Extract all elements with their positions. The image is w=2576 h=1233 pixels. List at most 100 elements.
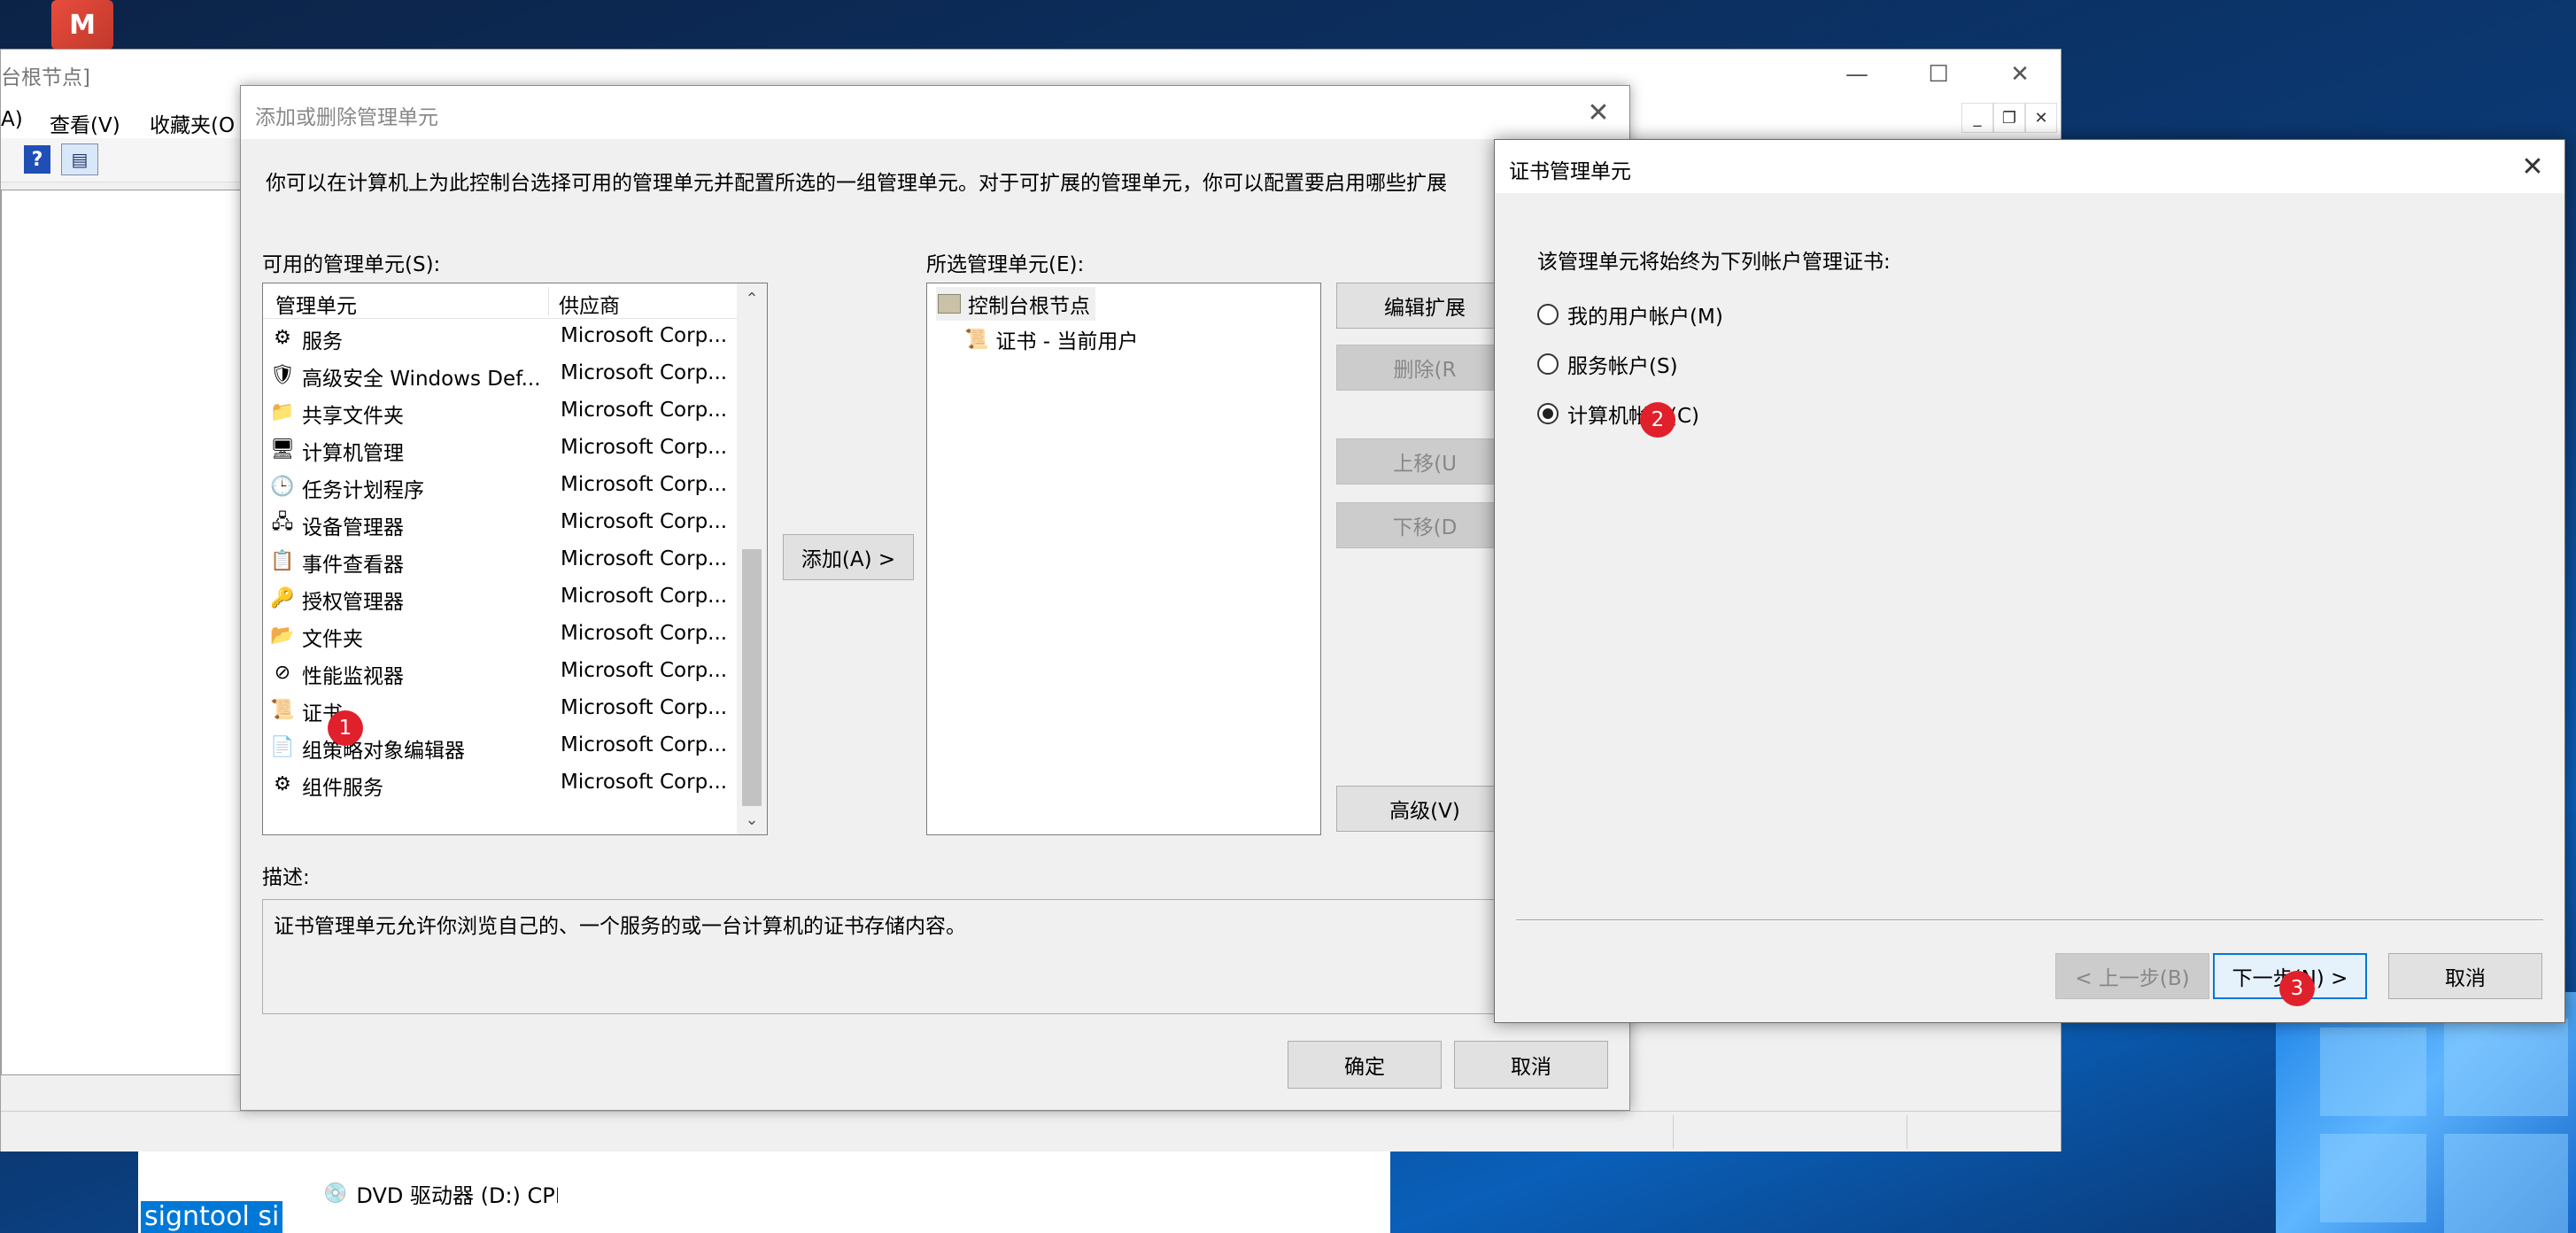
move-down-button[interactable]: 下移(D [1336,502,1513,548]
snapin-name: 任务计划程序 [302,479,424,502]
available-snapins-list[interactable]: 管理单元 供应商 ⚙ 服务 Microsoft Corp... 🛡 高级安全 Windo… [262,283,768,835]
column-header-name[interactable]: 管理单元 [275,289,357,319]
windows-logo-pane [2320,1028,2426,1116]
snapin-name: 服务 [302,330,343,353]
scroll-up-arrow-icon[interactable]: ⌃ [737,283,767,314]
snapin-vendor: Microsoft Corp... [561,585,728,608]
available-list-header: 管理单元 供应商 [263,283,737,319]
radio-service-account[interactable]: 服务帐户(S) [1537,349,1678,379]
snapin-vendor: Microsoft Corp... [561,622,728,645]
snapin-name: 共享文件夹 [302,405,404,428]
console-minimize-button[interactable]: — [1816,50,1898,99]
radio-label: 我的用户帐户(M) [1567,306,1723,329]
snapin-vendor: Microsoft Corp... [561,510,728,533]
snapin-icon: 📋 [270,549,295,572]
snapin-row[interactable]: 🖧 设备管理器 Microsoft Corp... [263,505,737,542]
console-maximize-button[interactable]: ☐ [1898,50,1979,99]
folder-icon [938,294,961,314]
snapin-icon: 📂 [270,624,295,647]
mmc-app-icon[interactable]: M [51,0,113,50]
windows-logo-pane [2320,1134,2426,1222]
menu-action[interactable]: A) [1,108,23,131]
child-close-button[interactable]: ✕ [2025,103,2057,133]
console-close-button[interactable]: ✕ [1979,50,2061,99]
snapin-vendor: Microsoft Corp... [561,361,728,384]
console-title: 台根节点] [1,66,90,89]
snapin-name: 设备管理器 [302,516,404,539]
snapin-row[interactable]: ⚙ 服务 Microsoft Corp... [263,319,737,356]
edit-extensions-button[interactable]: 编辑扩展 [1336,283,1513,329]
dvd-drive-label: DVD 驱动器 (D:) CPE [356,1183,558,1208]
dvd-drive-icon: 💿 [323,1183,348,1205]
windows-logo-pane [2444,1019,2568,1116]
snapin-vendor: Microsoft Corp... [561,659,728,682]
menu-favorites[interactable]: 收藏夹(O [150,108,235,138]
snapin-icon: ⚙ [274,772,291,795]
description-label: 描述: [262,866,310,889]
move-up-button[interactable]: 上移(U [1336,438,1513,485]
snapin-row[interactable]: 📋 事件查看器 Microsoft Corp... [263,542,737,579]
add-remove-snapins-dialog: 添加或删除管理单元 ✕ 你可以在计算机上为此控制台选择可用的管理单元并配置所选的… [240,85,1630,1111]
available-list-scrollbar[interactable]: ⌃ ⌄ [737,283,767,834]
snapin-name: 授权管理器 [302,591,404,614]
cert-dialog-divider [1516,919,2543,921]
scroll-thumb[interactable] [742,549,762,806]
certificate-icon: 📜 [964,328,989,351]
radio-button-icon[interactable] [1537,304,1559,325]
advanced-button[interactable]: 高级(V) [1336,786,1513,832]
description-box: 证书管理单元允许你浏览自己的、一个服务的或一台计算机的证书存储内容。 [262,899,1502,1014]
dvd-drive-item[interactable]: 💿 DVD 驱动器 (D:) CPE [323,1178,558,1209]
radio-button-icon[interactable] [1537,353,1559,375]
snapin-row[interactable]: 📁 共享文件夹 Microsoft Corp... [263,393,737,430]
selected-snapins-label: 所选管理单元(E): [926,253,1085,276]
tree-node-certificates-current-user[interactable]: 📜 证书 - 当前用户 [964,324,1138,354]
selected-snapins-tree[interactable]: 控制台根节点 📜 证书 - 当前用户 [926,283,1321,835]
snapin-vendor: Microsoft Corp... [561,324,728,347]
addremove-close-button[interactable]: ✕ [1567,86,1629,139]
menu-view[interactable]: 查看(V) [50,108,120,138]
tree-node-label: 证书 - 当前用户 [995,330,1139,353]
child-restore-button[interactable]: ❐ [1993,103,2025,133]
tree-node-console-root[interactable]: 控制台根节点 [936,287,1095,321]
snapin-name: 事件查看器 [302,554,404,577]
radio-my-user-account[interactable]: 我的用户帐户(M) [1537,299,1723,330]
scroll-down-arrow-icon[interactable]: ⌄ [737,804,767,834]
cert-dialog-titlebar: 证书管理单元 ✕ [1495,140,2564,193]
snapin-icon: 🕒 [270,475,295,498]
console-statusbar [1,1111,2061,1152]
snapin-row[interactable]: 🔑 授权管理器 Microsoft Corp... [263,579,737,616]
help-icon[interactable]: ? [24,145,50,174]
radio-dot [1543,408,1553,419]
snapin-row[interactable]: 🖥 计算机管理 Microsoft Corp... [263,430,737,468]
cert-cancel-button[interactable]: 取消 [2388,953,2542,999]
child-minimize-button[interactable]: _ [1961,103,1993,133]
tree-node-label: 控制台根节点 [968,295,1090,318]
remove-button[interactable]: 删除(R [1336,345,1513,391]
snapin-vendor: Microsoft Corp... [561,733,728,756]
radio-button-selected-icon[interactable] [1537,403,1559,424]
console-view-icon[interactable]: ▤ [61,143,98,175]
snapin-vendor: Microsoft Corp... [561,771,728,794]
column-header-vendor[interactable]: 供应商 [559,289,620,319]
snapin-vendor: Microsoft Corp... [561,696,728,719]
status-divider [1673,1115,1674,1149]
snapin-icon: 🔑 [270,586,295,609]
cancel-button[interactable]: 取消 [1454,1041,1608,1089]
back-button[interactable]: < 上一步(B) [2055,953,2209,999]
step-marker-1: 1 [328,710,363,746]
radio-computer-account[interactable]: 计算机帐户(C) [1537,399,1699,429]
snapin-row[interactable]: ⊘ 性能监视器 Microsoft Corp... [263,654,737,691]
selected-filename-text[interactable]: signtool si [141,1201,282,1233]
addremove-titlebar: 添加或删除管理单元 ✕ [241,86,1629,139]
snapin-row[interactable]: ⚙ 组件服务 Microsoft Corp... [263,765,737,803]
snapin-row[interactable]: 📂 文件夹 Microsoft Corp... [263,616,737,654]
snapin-icon: 🛡 [270,363,295,386]
console-tree-pane [1,190,244,1075]
cert-dialog-close-button[interactable]: ✕ [2501,140,2564,193]
snapin-row[interactable]: 🕒 任务计划程序 Microsoft Corp... [263,468,737,505]
addremove-title: 添加或删除管理单元 [255,106,438,129]
snapin-row[interactable]: 🛡 高级安全 Windows Def... Microsoft Corp... [263,356,737,393]
add-button[interactable]: 添加(A) > [783,534,914,580]
snapin-icon: 📜 [270,698,295,721]
ok-button[interactable]: 确定 [1288,1041,1442,1089]
